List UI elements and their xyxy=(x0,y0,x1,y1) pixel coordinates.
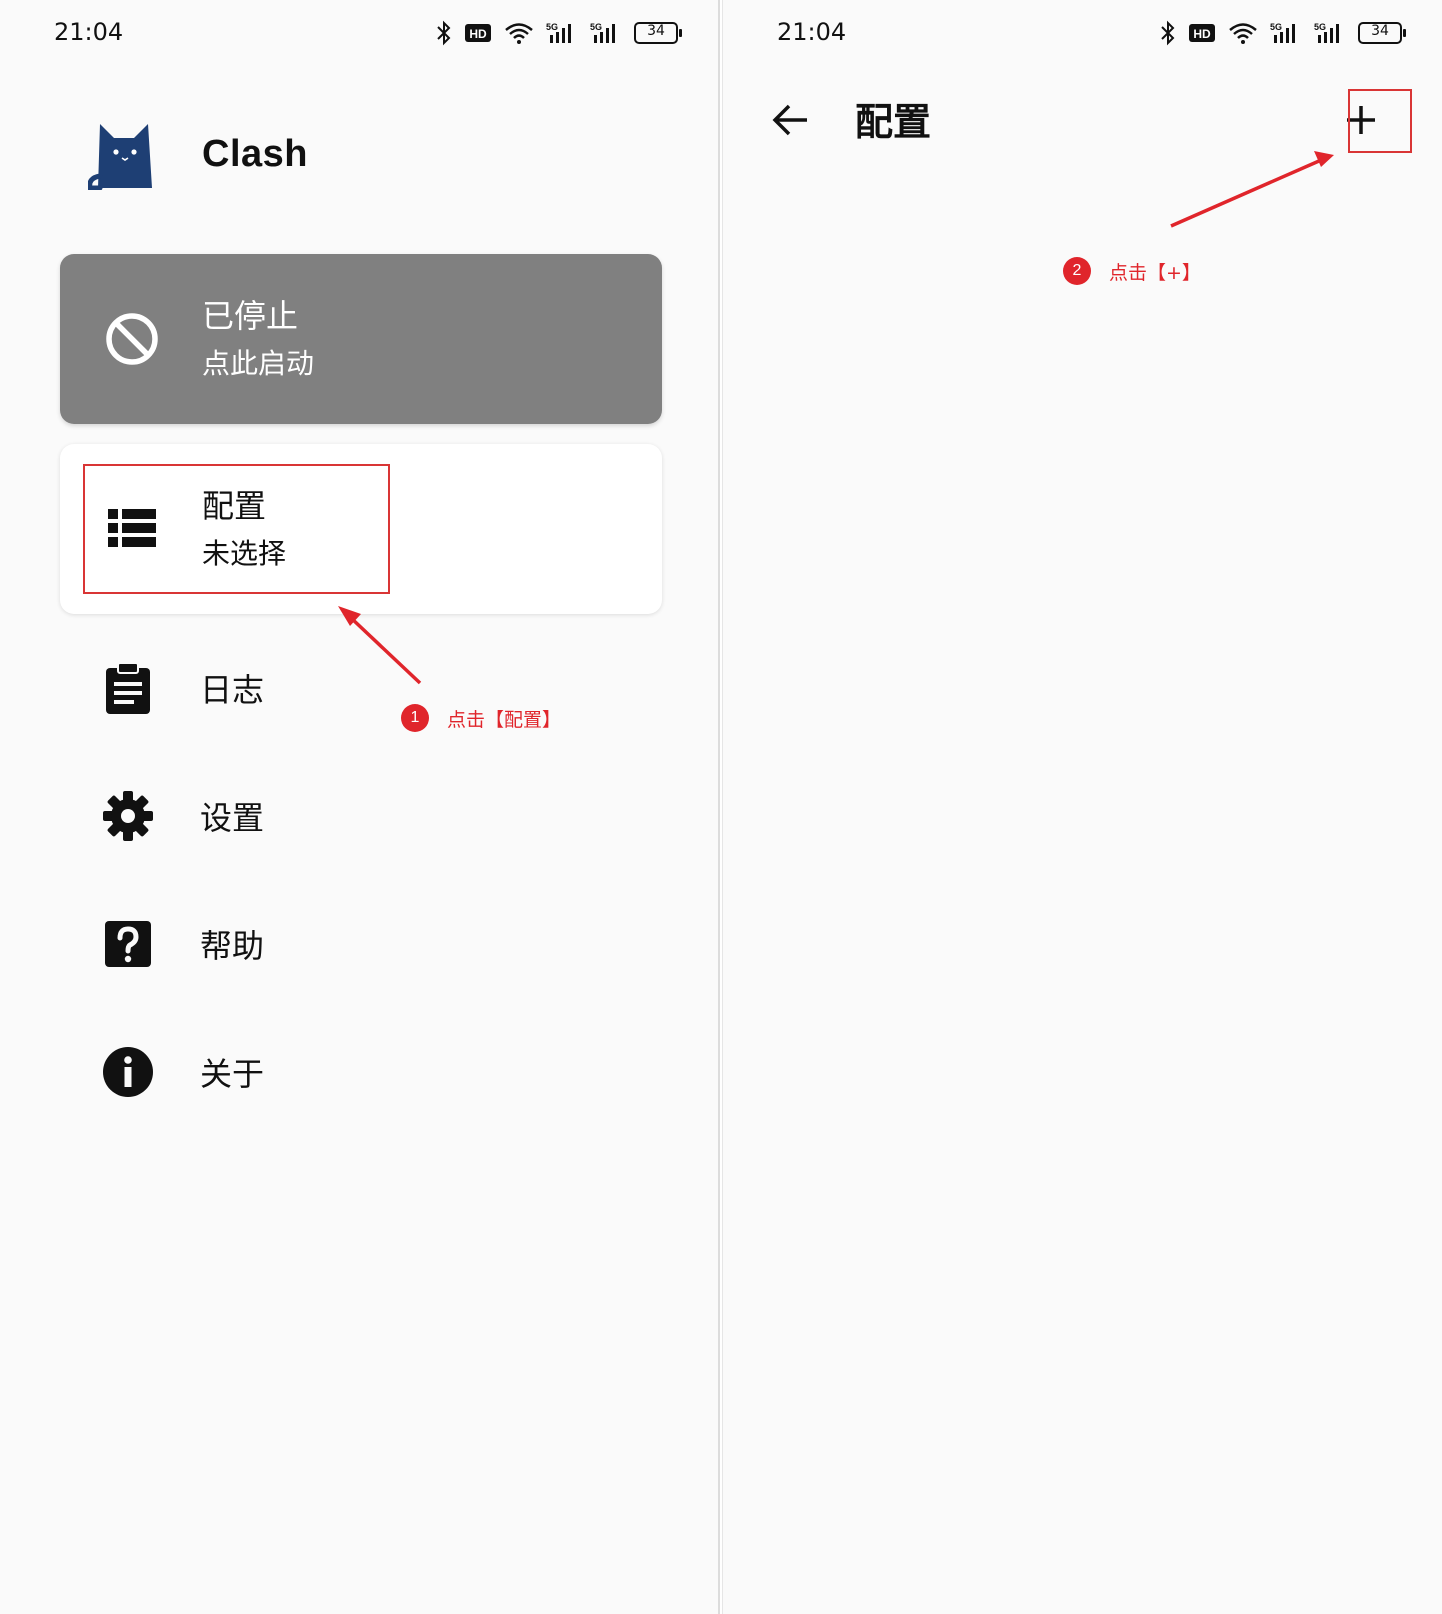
battery-level: 34 xyxy=(1371,23,1389,39)
wifi-icon xyxy=(1229,23,1257,44)
info-icon xyxy=(103,1047,153,1097)
signal-5g-icon: 5G xyxy=(546,22,571,43)
stop-block-icon xyxy=(106,313,158,365)
gear-icon xyxy=(103,791,153,841)
menu-label: 设置 xyxy=(200,799,265,837)
step-badge: 2 xyxy=(1063,257,1091,285)
page-title: 配置 xyxy=(855,100,932,144)
battery-icon: 34 xyxy=(634,22,682,44)
menu-label: 日志 xyxy=(200,671,265,709)
status-time: 21:04 xyxy=(777,18,847,46)
back-arrow-icon[interactable] xyxy=(767,96,815,144)
add-highlight-box xyxy=(1348,89,1412,153)
menu-item-settings[interactable]: 设置 xyxy=(100,780,600,852)
bluetooth-icon xyxy=(437,20,451,46)
app-title: Clash xyxy=(202,132,308,175)
menu-label: 帮助 xyxy=(200,927,265,965)
svg-text:5G: 5G xyxy=(1314,22,1326,32)
hd-icon: HD xyxy=(1189,24,1215,42)
signal-5g-icon: 5G xyxy=(1314,22,1339,43)
proxy-status-card[interactable]: 已停止 点此启动 xyxy=(60,254,662,424)
svg-text:5G: 5G xyxy=(546,22,558,32)
hd-icon: HD xyxy=(465,24,491,42)
annotation-step-2: 2 点击【+】 xyxy=(1063,257,1201,285)
signal-5g-icon: 5G xyxy=(1270,22,1295,43)
wifi-icon xyxy=(505,23,533,44)
status-bar: 21:04 HD 5G 5G 34 xyxy=(723,14,1442,54)
status-time: 21:04 xyxy=(54,18,124,46)
clipboard-icon xyxy=(106,662,150,714)
clash-cat-logo xyxy=(88,124,152,190)
menu-item-about[interactable]: 关于 xyxy=(100,1036,600,1108)
battery-icon: 34 xyxy=(1358,22,1406,44)
bluetooth-icon xyxy=(1161,20,1175,46)
main-drawer-screen: 21:04 HD 5G 5G 34 Clash 已停止 点此启动 配置 未选择 … xyxy=(0,0,720,1614)
battery-level: 34 xyxy=(647,23,665,39)
svg-text:HD: HD xyxy=(469,27,487,41)
app-header: Clash xyxy=(88,118,308,190)
menu-label: 关于 xyxy=(200,1055,265,1093)
status-card-text: 已停止 点此启动 xyxy=(202,294,314,386)
status-icons: HD 5G 5G 34 xyxy=(1160,20,1406,46)
status-title: 已停止 xyxy=(202,297,299,335)
signal-5g-icon: 5G xyxy=(590,22,615,43)
status-subtitle: 点此启动 xyxy=(202,347,315,380)
svg-text:5G: 5G xyxy=(590,22,602,32)
status-icons: HD 5G 5G 34 xyxy=(436,20,682,46)
status-bar: 21:04 HD 5G 5G 34 xyxy=(0,14,718,54)
step-badge: 1 xyxy=(401,704,429,732)
step-text: 点击【+】 xyxy=(1109,261,1201,284)
annotation-step-1: 1 点击【配置】 xyxy=(401,704,561,732)
svg-text:HD: HD xyxy=(1193,27,1211,41)
step-text: 点击【配置】 xyxy=(447,708,562,731)
profiles-screen: 21:04 HD 5G 5G 34 配置 2 点击【+】 xyxy=(722,0,1442,1614)
svg-text:5G: 5G xyxy=(1270,22,1282,32)
profile-highlight-box xyxy=(83,464,390,594)
annotation-arrow-2 xyxy=(1170,151,1334,228)
help-icon xyxy=(105,921,151,967)
menu-item-help[interactable]: 帮助 xyxy=(100,908,600,980)
